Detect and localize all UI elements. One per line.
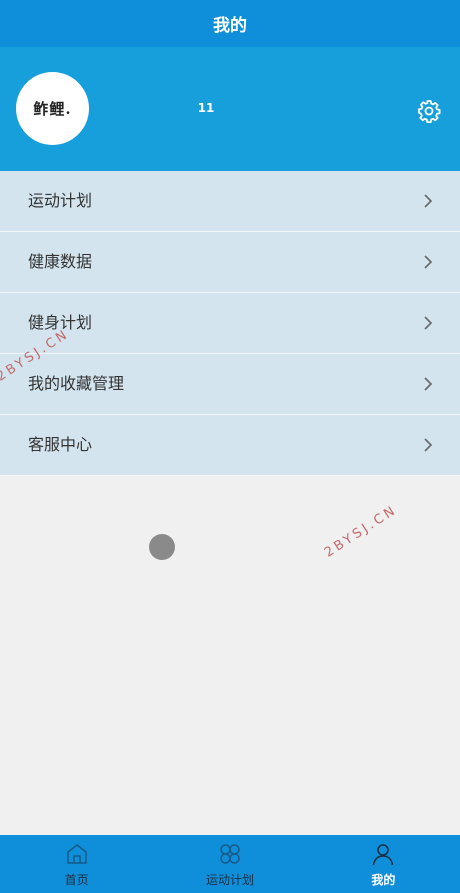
username: 11 [197,101,215,115]
gear-icon[interactable] [417,99,441,123]
chevron-right-icon [424,194,433,208]
avatar[interactable]: 鲊鲤. [16,72,89,145]
tab-label: 运动计划 [205,873,254,887]
menu-item-label: 我的收藏管理 [28,374,125,393]
tab-home[interactable]: 首页 [0,835,153,893]
profile-section: 鲊鲤. 11 [0,47,460,171]
person-icon [373,844,394,866]
tab-label: 我的 [371,873,396,887]
page-title: 我的 [213,16,247,36]
menu-item-label: 运动计划 [28,191,93,210]
chevron-right-icon [424,438,433,452]
menu-list: 运动计划 健康数据 健身计划 我的收藏管理 客服中心 [0,171,460,476]
page-header: 我的 [0,0,460,47]
tab-exercise-plan[interactable]: 运动计划 [153,835,306,893]
tab-mine[interactable]: 我的 [307,835,460,893]
chevron-right-icon [424,255,433,269]
home-icon [66,844,87,864]
loading-indicator [149,534,175,560]
menu-item-exercise-plan[interactable]: 运动计划 [0,171,460,232]
menu-item-fitness-plan[interactable]: 健身计划 [0,293,460,354]
tab-label: 首页 [64,873,89,887]
clover-icon [220,844,240,864]
menu-item-label: 客服中心 [28,435,93,454]
bottom-tab-bar: 首页 运动计划 我的 [0,835,460,893]
menu-item-favorites[interactable]: 我的收藏管理 [0,354,460,415]
chevron-right-icon [424,377,433,391]
menu-item-customer-service[interactable]: 客服中心 [0,415,460,476]
chevron-right-icon [424,316,433,330]
watermark: 2BYSJ.CN [322,502,401,561]
menu-item-health-data[interactable]: 健康数据 [0,232,460,293]
menu-item-label: 健康数据 [28,252,93,271]
